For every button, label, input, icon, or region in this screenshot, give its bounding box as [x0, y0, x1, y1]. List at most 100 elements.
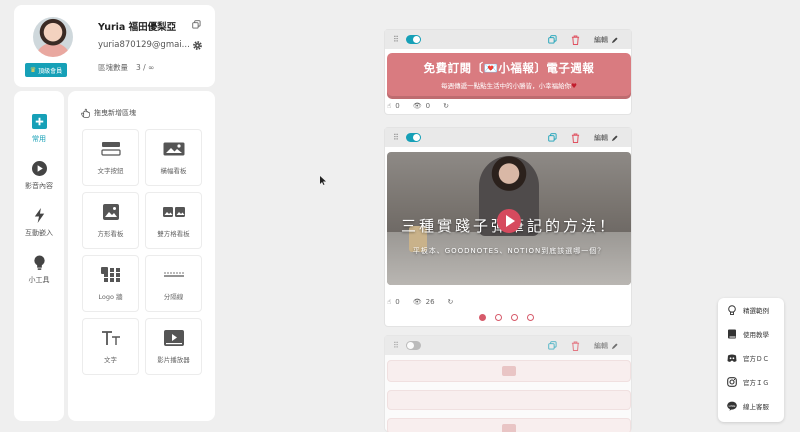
edit-button[interactable]: 編輯 [594, 341, 618, 351]
click-count: 0 [395, 298, 400, 306]
block-quota: 區塊數量 3 / ∞ [98, 62, 154, 73]
category-rail: 常用 影音內容 互動嵌入 小工具 [14, 91, 64, 421]
pencil-icon [611, 342, 618, 349]
play-button[interactable] [497, 209, 521, 233]
block-stats: ☝ 0 👁 26 ↻ [387, 296, 453, 308]
tile-label: 文字按鈕 [97, 166, 124, 175]
help-label: 官方ＩＧ [743, 379, 769, 387]
visibility-toggle[interactable] [406, 341, 421, 350]
help-menu: 精選範例 使用教學 官方ＤＣ 官方ＩＧ LINE 線上客服 [718, 298, 784, 422]
tile-logo-wall[interactable]: Logo 牆 [82, 255, 139, 312]
block-quota-value: 3 / ∞ [136, 63, 155, 72]
trash-icon[interactable] [571, 133, 580, 143]
logo-wall-icon [100, 266, 120, 282]
lightbulb-icon [33, 255, 45, 270]
banner-board-icon [163, 142, 184, 155]
tile-video-player[interactable]: 影片播放器 [145, 318, 202, 375]
block-disabled[interactable]: ⠿ 編輯 [384, 335, 632, 432]
carousel-dot[interactable] [495, 314, 502, 321]
membership-badge: ♛ 頂級會員 [25, 63, 67, 77]
tile-label: Logo 牆 [98, 292, 123, 301]
gear-icon[interactable] [192, 40, 203, 51]
drag-handle-icon[interactable]: ⠿ [393, 35, 399, 44]
edit-label: 編輯 [594, 36, 608, 44]
faded-item-icon [502, 424, 516, 432]
copy-icon[interactable] [192, 20, 201, 29]
tile-square-board[interactable]: 方形看板 [82, 192, 139, 249]
help-tutorial[interactable]: 使用教學 [727, 327, 769, 341]
banner-subtitle-line: 每週傳遞一點點生活中的小勝皆，小幸福給你♥ [387, 80, 631, 90]
trash-icon[interactable] [571, 35, 580, 45]
video-player-icon [163, 329, 184, 346]
faded-item-icon [502, 366, 516, 376]
help-line-support[interactable]: LINE 線上客服 [727, 399, 769, 413]
library-header: 拖曳新增區塊 [81, 108, 136, 118]
block-toolbar: ⠿ 編輯 [385, 128, 631, 147]
category-label: 常用 [32, 135, 46, 143]
category-media[interactable]: 影音內容 [14, 161, 64, 191]
block-tile-grid: 文字按鈕 橫幅看板 方形看板 雙方格看板 Logo 牆 分隔線 文字 影片播放器 [82, 129, 202, 375]
square-board-icon [102, 203, 119, 220]
carousel-dot[interactable] [527, 314, 534, 321]
visibility-toggle[interactable] [406, 133, 421, 142]
refresh-icon[interactable]: ↻ [443, 102, 449, 110]
tile-label: 影片播放器 [157, 355, 190, 364]
text-icon [101, 330, 120, 345]
profile-name: Yuria 福田優梨亞 [98, 22, 177, 33]
membership-badge-label: 頂級會員 [38, 67, 63, 75]
drag-handle-icon[interactable]: ⠿ [393, 133, 399, 142]
drag-hand-icon [81, 108, 90, 118]
tile-divider[interactable]: 分隔線 [145, 255, 202, 312]
category-label: 影音內容 [25, 182, 53, 190]
tile-double-board[interactable]: 雙方格看板 [145, 192, 202, 249]
profile-email: yuria870129@gmai... [98, 40, 190, 50]
plus-square-icon [31, 114, 47, 129]
tile-text[interactable]: 文字 [82, 318, 139, 375]
help-label: 使用教學 [743, 331, 769, 339]
tile-banner-board[interactable]: 橫幅看板 [145, 129, 202, 186]
video-thumbnail[interactable]: 三種實踐子彈筆記的方法！ 平板本、GOODNOTES、NOTION到底該選哪一個… [387, 152, 631, 285]
category-embed[interactable]: 互動嵌入 [14, 208, 64, 238]
help-examples[interactable]: 精選範例 [727, 303, 769, 317]
category-widgets[interactable]: 小工具 [14, 255, 64, 285]
edit-label: 編輯 [594, 134, 608, 142]
edit-button[interactable]: 編輯 [594, 133, 618, 143]
duplicate-icon[interactable] [548, 133, 557, 142]
block-quota-label: 區塊數量 [98, 63, 128, 72]
category-common[interactable]: 常用 [14, 114, 64, 144]
help-label: 線上客服 [743, 403, 769, 411]
faded-preview-item [387, 360, 631, 382]
category-label: 小工具 [28, 276, 50, 284]
mouse-cursor-icon [320, 176, 326, 185]
click-count: 0 [395, 102, 400, 110]
lightning-icon [34, 208, 44, 223]
pencil-icon [611, 36, 618, 43]
visibility-toggle[interactable] [406, 35, 421, 44]
duplicate-icon[interactable] [548, 35, 557, 44]
profile-card: ♛ 頂級會員 Yuria 福田優梨亞 yuria870129@gmai... 區… [14, 5, 215, 87]
help-instagram[interactable]: 官方ＩＧ [727, 375, 769, 389]
carousel-dot[interactable] [511, 314, 518, 321]
block-library: 拖曳新增區塊 文字按鈕 橫幅看板 方形看板 雙方格看板 Logo 牆 分隔線 文… [68, 91, 215, 421]
carousel-dot[interactable] [479, 314, 486, 321]
help-label: 精選範例 [743, 307, 769, 315]
tile-label: 方形看板 [97, 229, 124, 238]
edit-button[interactable]: 編輯 [594, 35, 618, 45]
avatar[interactable] [33, 17, 73, 57]
trash-icon[interactable] [571, 341, 580, 351]
block-newsletter-banner[interactable]: ⠿ 編輯 免費訂閱〔💌小福報〕電子週報 每週傳遞一點點生活中的小勝皆，小幸福給你… [384, 29, 632, 115]
view-count: 0 [425, 102, 431, 110]
eye-icon: 👁 [412, 102, 422, 110]
help-discord[interactable]: 官方ＤＣ [727, 351, 769, 365]
video-subtitle: 平板本、GOODNOTES、NOTION到底該選哪一個？ [412, 247, 606, 255]
refresh-icon[interactable]: ↻ [448, 298, 454, 306]
click-icon: ☝ [387, 298, 392, 306]
tile-label: 雙方格看板 [157, 229, 190, 238]
faded-preview-item [387, 418, 631, 432]
duplicate-icon[interactable] [548, 341, 557, 350]
drag-handle-icon[interactable]: ⠿ [393, 341, 399, 350]
tile-text-button[interactable]: 文字按鈕 [82, 129, 139, 186]
faded-preview-item [387, 390, 631, 410]
eye-icon: 👁 [412, 298, 422, 306]
block-video-carousel[interactable]: ⠿ 編輯 三種實踐子彈筆記的方法！ 平板本、GOODNOTES、NOTION到底… [384, 127, 632, 327]
